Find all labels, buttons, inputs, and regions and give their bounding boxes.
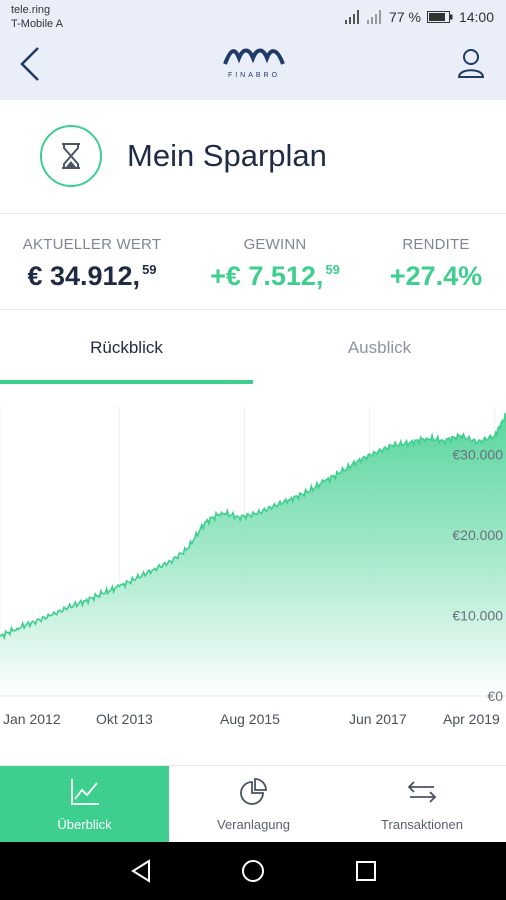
chart-area-fill (0, 414, 506, 696)
status-bar: tele.ring T-Mobile A 77 % 14:00 (0, 0, 506, 34)
active-tab-indicator (0, 380, 253, 384)
y-tick-label: €0 (487, 688, 503, 704)
stat-label: RENDITE (402, 236, 470, 253)
system-navigation-bar (0, 842, 506, 900)
signal-icon (345, 10, 360, 24)
nav-label: Transaktionen (381, 817, 463, 832)
clock: 14:00 (458, 9, 494, 25)
transfer-arrows-icon (407, 781, 437, 803)
finabro-logo: FINABRO (223, 46, 285, 82)
logo-text: FINABRO (227, 72, 281, 79)
x-tick-label: Jun 2017 (349, 711, 407, 727)
home-circle-icon[interactable] (240, 858, 266, 884)
page-title: Mein Sparplan (127, 138, 327, 173)
stat-value-main: +€ 7.512, (210, 261, 324, 291)
line-chart-icon (70, 779, 99, 805)
x-tick-label: Okt 2013 (96, 711, 153, 727)
stat-value: € 34.912, 59 (22, 261, 162, 292)
status-indicators: 77 % 14:00 (345, 8, 494, 26)
tab-rueckblick[interactable]: Rückblick (0, 310, 253, 386)
app-header: FINABRO (0, 34, 506, 100)
hourglass-icon (62, 143, 80, 169)
recents-square-icon[interactable] (353, 858, 379, 884)
logo-mark-icon (223, 48, 285, 65)
carrier-name-secondary: T-Mobile A (11, 18, 63, 30)
user-icon (457, 49, 485, 78)
y-tick-label: €10.000 (452, 607, 503, 623)
tab-ausblick[interactable]: Ausblick (253, 310, 506, 386)
tab-bar: Rückblick Ausblick (0, 310, 506, 386)
x-tick-label: Apr 2019 (443, 711, 500, 727)
nav-label: Veranlagung (216, 817, 290, 832)
y-tick-label: €30.000 (452, 446, 503, 462)
plan-section: Mein Sparplan (0, 100, 506, 214)
pie-chart-icon (239, 778, 267, 805)
y-tick-label: €20.000 (452, 527, 503, 543)
performance-chart: €0 €10.000 €20.000 €30.000 Jan 2012 Okt 201… (0, 386, 506, 740)
stat-value-main: € 34.912, (27, 261, 141, 291)
plan-icon-circle (40, 125, 102, 187)
stat-gain: GEWINN +€ 7.512, 59 (205, 236, 345, 292)
carrier-name: tele.ring (11, 4, 51, 16)
profile-button[interactable] (456, 46, 486, 80)
back-arrow-icon (20, 47, 39, 81)
stat-value: +€ 7.512, 59 (205, 261, 345, 292)
stat-return: RENDITE +27.4% (386, 236, 486, 292)
stats-row: AKTUELLER WERT € 34.912, 59 GEWINN +€ 7.5… (0, 214, 506, 310)
bottom-navigation: Überblick Veranlagung Transaktionen (0, 765, 506, 843)
x-tick-label: Jan 2012 (3, 711, 61, 727)
stat-current-value: AKTUELLER WERT € 34.912, 59 (22, 236, 162, 292)
stat-value-main: +27.4% (389, 261, 483, 291)
stat-value: +27.4% (386, 261, 486, 292)
nav-veranlagung[interactable]: Veranlagung (169, 766, 338, 843)
chart-canvas: €0 €10.000 €20.000 €30.000 (0, 406, 506, 704)
battery-percent: 77 % (389, 9, 421, 25)
stat-value-cents: 59 (142, 262, 157, 277)
x-tick-label: Aug 2015 (220, 711, 280, 727)
signal-icon-secondary (367, 10, 382, 24)
nav-transaktionen[interactable]: Transaktionen (338, 766, 506, 843)
stat-label: GEWINN (243, 236, 307, 253)
back-triangle-icon[interactable] (128, 858, 154, 884)
stat-label: AKTUELLER WERT (22, 236, 162, 253)
stat-value-cents: 59 (325, 262, 340, 277)
nav-label: Überblick (57, 817, 112, 832)
back-button[interactable] (14, 44, 46, 84)
nav-ueberblick[interactable]: Überblick (0, 766, 169, 843)
battery-icon (426, 11, 453, 23)
